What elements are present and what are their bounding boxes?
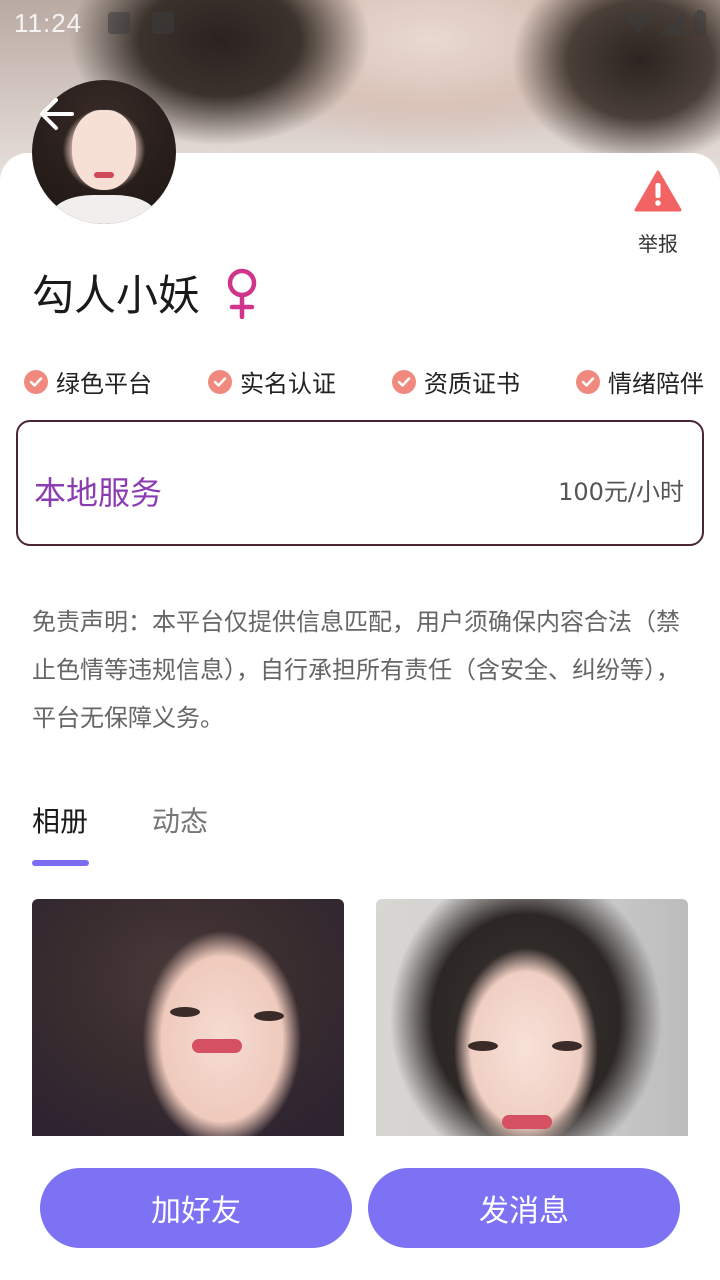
- service-card[interactable]: 本地服务 100元/小时: [16, 420, 704, 546]
- check-icon: [392, 369, 416, 394]
- service-price: 100元/小时: [558, 478, 684, 506]
- bottom-action-bar: 加好友 发消息: [0, 1136, 720, 1280]
- photo-eye: [552, 1041, 582, 1051]
- report-label: 举报: [638, 232, 678, 256]
- battery-icon: [694, 10, 706, 35]
- wifi-icon: [624, 12, 652, 33]
- status-bar: 11:24: [0, 0, 720, 50]
- tab-album[interactable]: 相册: [32, 800, 88, 840]
- photo-lips: [192, 1039, 242, 1053]
- tag-companionship: 情绪陪伴: [576, 364, 704, 399]
- status-time: 11:24: [14, 8, 83, 38]
- tag-certificate: 资质证书: [392, 364, 520, 399]
- avatar-shirt: [52, 195, 156, 224]
- content-tabs: 相册 动态: [32, 800, 208, 840]
- feature-tags: 绿色平台 实名认证 资质证书 情绪陪伴: [24, 364, 704, 399]
- check-icon: [24, 369, 48, 394]
- photo-eye: [254, 1011, 284, 1021]
- tag-label: 实名认证: [240, 370, 336, 398]
- tag-label: 资质证书: [424, 370, 520, 398]
- tab-indicator: [32, 860, 89, 866]
- disclaimer-text: 免责声明：本平台仅提供信息匹配，用户须确保内容合法（禁止色情等违规信息），自行承…: [32, 608, 680, 732]
- service-title: 本地服务: [34, 474, 163, 512]
- arrow-left-icon: [40, 98, 74, 130]
- warning-icon: [634, 170, 682, 212]
- tag-label: 绿色平台: [56, 370, 152, 398]
- photo-eye: [170, 1007, 200, 1017]
- female-icon: [227, 268, 257, 319]
- back-button[interactable]: [36, 92, 80, 136]
- profile-name: 勾人小妖: [32, 271, 201, 320]
- avatar-lips: [94, 172, 114, 178]
- add-friend-button[interactable]: 加好友: [40, 1168, 352, 1248]
- name-row: 勾人小妖: [32, 262, 262, 323]
- send-message-button[interactable]: 发消息: [368, 1168, 680, 1248]
- status-indicators: [624, 10, 708, 36]
- check-icon: [576, 369, 600, 394]
- tag-real-name: 实名认证: [208, 364, 336, 399]
- report-button[interactable]: 举报: [628, 170, 688, 257]
- photo-eye: [468, 1041, 498, 1051]
- album-photo[interactable]: [32, 899, 344, 1136]
- gallery-icon: [108, 12, 130, 34]
- check-icon: [208, 369, 232, 394]
- keyboard-icon: [152, 12, 174, 34]
- tag-green-platform: 绿色平台: [24, 364, 152, 399]
- album-photo[interactable]: [376, 899, 688, 1136]
- avatar-face: [72, 110, 136, 190]
- tab-moments[interactable]: 动态: [152, 800, 208, 840]
- cellular-icon: [660, 11, 684, 35]
- tag-label: 情绪陪伴: [608, 370, 704, 398]
- photo-lips: [502, 1115, 552, 1129]
